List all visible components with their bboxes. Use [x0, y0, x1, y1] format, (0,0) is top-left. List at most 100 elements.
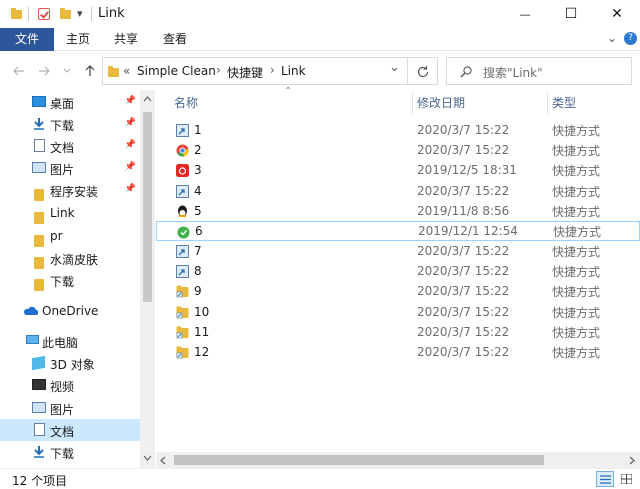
tab-view[interactable]: 查看	[155, 28, 195, 51]
breadcrumb-sep: ›	[216, 63, 221, 77]
nav-item-documents[interactable]: 文档 📌	[0, 135, 140, 157]
nav-item-3d-objects[interactable]: 3D 对象	[0, 352, 140, 374]
folder-icon	[108, 66, 119, 77]
file-row-5[interactable]: 5 2019/11/8 8:56 快捷方式	[156, 201, 640, 221]
3d-objects-icon	[32, 355, 45, 371]
column-header-name[interactable]: 名称	[174, 90, 198, 116]
file-name: 7	[194, 244, 202, 258]
scroll-right-icon[interactable]	[629, 456, 635, 465]
navigation-pane: 桌面 📌 下载 📌 文档 📌 图片 📌 程序安装 📌 Link pr 水滴皮肤 …	[0, 90, 155, 468]
close-button[interactable]: ✕	[594, 0, 640, 28]
file-row-2[interactable]: 2 2020/3/7 15:22 快捷方式	[156, 140, 640, 160]
nav-item-videos[interactable]: 视频	[0, 374, 140, 396]
column-header-type[interactable]: 类型	[552, 90, 576, 116]
file-row-6[interactable]: 6 2019/12/1 12:54 快捷方式	[156, 221, 640, 241]
file-row-3[interactable]: 3 2019/12/5 18:31 快捷方式	[156, 160, 640, 180]
file-type: 快捷方式	[552, 143, 601, 158]
breadcrumb-sep: ›	[270, 63, 275, 77]
horizontal-scroll-thumb[interactable]	[174, 455, 544, 465]
nav-item-label: 下载	[50, 119, 75, 133]
nav-item-pc-downloads[interactable]: 下载	[0, 441, 140, 463]
back-button[interactable]	[8, 52, 30, 90]
nav-item-link[interactable]: Link	[0, 202, 140, 224]
breadcrumb-link[interactable]: Link	[281, 64, 306, 78]
file-type: 快捷方式	[552, 284, 601, 299]
scroll-up-icon[interactable]	[143, 96, 152, 102]
scroll-left-icon[interactable]	[160, 456, 166, 465]
column-header-date[interactable]: 修改日期	[417, 90, 465, 116]
nav-item-pc-documents[interactable]: 文档	[0, 419, 140, 441]
folder-shortcut-icon	[176, 306, 189, 319]
shortcut-app-icon	[176, 265, 189, 278]
chrome-icon	[176, 144, 189, 157]
nav-item-label: 下载	[50, 275, 75, 289]
new-folder-icon[interactable]	[60, 8, 71, 19]
column-divider[interactable]	[547, 92, 548, 114]
nav-scroll-thumb[interactable]	[143, 112, 152, 302]
file-row-12[interactable]: 12 2020/3/7 15:22 快捷方式	[156, 342, 640, 362]
item-count: 12 个项目	[12, 474, 68, 488]
file-row-9[interactable]: 9 2020/3/7 15:22 快捷方式	[156, 281, 640, 301]
column-divider[interactable]	[412, 92, 413, 114]
recent-locations-button[interactable]	[60, 52, 74, 90]
folder-icon	[34, 279, 44, 291]
folder-icon	[34, 212, 44, 224]
minimize-button[interactable]: —	[502, 0, 548, 28]
divider	[28, 7, 29, 21]
nav-item-downloads-folder[interactable]: 下载	[0, 269, 140, 291]
properties-icon[interactable]	[38, 8, 50, 20]
search-box[interactable]: 搜索"Link"	[446, 57, 632, 85]
details-view-button[interactable]	[596, 471, 614, 487]
forward-arrow-icon	[39, 66, 50, 76]
nav-item-skins[interactable]: 水滴皮肤	[0, 247, 140, 269]
large-icons-view-button[interactable]	[618, 471, 636, 487]
file-type: 快捷方式	[552, 123, 601, 138]
folder-icon	[34, 235, 44, 247]
nav-item-downloads[interactable]: 下载 📌	[0, 113, 140, 135]
file-row-1[interactable]: 1 2020/3/7 15:22 快捷方式	[156, 120, 640, 140]
tab-home[interactable]: 主页	[58, 28, 98, 51]
address-bar[interactable]: « Simple Clean › 快捷键 › Link ⌄	[102, 57, 408, 85]
breadcrumb-simple-clean[interactable]: Simple Clean	[137, 64, 216, 78]
ribbon-expand-icon[interactable]: ⌄	[607, 31, 617, 45]
nav-item-program-install[interactable]: 程序安装 📌	[0, 179, 140, 201]
file-type: 快捷方式	[552, 264, 601, 279]
nav-item-onedrive[interactable]: OneDrive	[0, 300, 140, 322]
download-icon	[34, 118, 44, 130]
scroll-down-icon[interactable]	[143, 455, 152, 461]
window-title: Link	[98, 6, 125, 21]
search-placeholder: 搜索"Link"	[483, 66, 543, 80]
sort-ascending-icon: ⌃	[284, 86, 293, 97]
nav-item-label: 水滴皮肤	[50, 253, 99, 267]
file-row-7[interactable]: 7 2020/3/7 15:22 快捷方式	[156, 241, 640, 261]
title-bar: ▾ Link — ☐ ✕	[0, 0, 640, 28]
file-date: 2019/12/1 12:54	[418, 224, 518, 238]
file-name: 8	[194, 264, 202, 278]
path-overflow[interactable]: «	[123, 64, 130, 78]
nav-item-pictures[interactable]: 图片 📌	[0, 157, 140, 179]
folder-icon	[34, 189, 44, 201]
tab-file[interactable]: 文件	[0, 28, 54, 51]
refresh-button[interactable]	[408, 57, 438, 85]
nav-item-pc-pictures[interactable]: 图片	[0, 397, 140, 419]
divider	[91, 7, 92, 21]
nav-item-desktop[interactable]: 桌面 📌	[0, 91, 140, 113]
file-row-10[interactable]: 10 2020/3/7 15:22 快捷方式	[156, 302, 640, 322]
nav-item-this-pc[interactable]: 此电脑	[0, 330, 140, 352]
file-date: 2019/12/5 18:31	[417, 163, 517, 177]
file-row-11[interactable]: 11 2020/3/7 15:22 快捷方式	[156, 322, 640, 342]
address-dropdown-icon[interactable]: ⌄	[389, 60, 400, 75]
file-name: 4	[194, 184, 202, 198]
help-icon[interactable]: ?	[624, 32, 637, 45]
nav-item-pr[interactable]: pr	[0, 225, 140, 247]
forward-button[interactable]	[33, 52, 55, 90]
maximize-button[interactable]: ☐	[548, 0, 594, 28]
file-row-8[interactable]: 8 2020/3/7 15:22 快捷方式	[156, 261, 640, 281]
qa-dropdown-icon[interactable]: ▾	[77, 7, 83, 20]
up-button[interactable]	[80, 52, 100, 90]
refresh-icon	[417, 66, 429, 78]
breadcrumb-shortcuts[interactable]: 快捷键	[227, 64, 263, 81]
pin-icon: 📌	[124, 140, 136, 150]
tab-share[interactable]: 共享	[106, 28, 146, 51]
file-row-4[interactable]: 4 2020/3/7 15:22 快捷方式	[156, 181, 640, 201]
